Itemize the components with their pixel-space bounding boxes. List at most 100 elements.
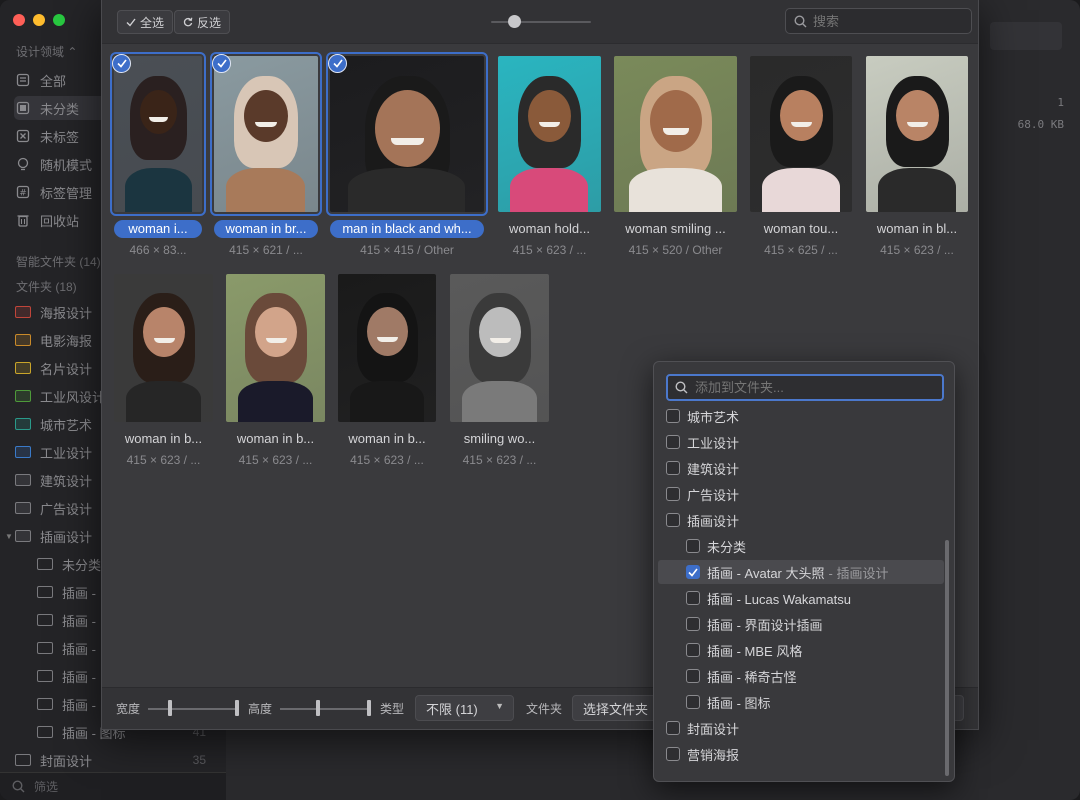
width-slider[interactable] xyxy=(148,708,238,710)
type-select[interactable]: 不限 (11) ▼ xyxy=(415,695,514,721)
selected-check-icon[interactable] xyxy=(328,54,347,73)
sidebar-filter[interactable]: 筛选 xyxy=(0,772,226,800)
domain-selector[interactable]: 设计领域 ⌃ xyxy=(16,43,77,60)
image-caption: man in black and wh... xyxy=(330,220,484,238)
width-slider-min-knob[interactable] xyxy=(168,700,172,716)
checkbox[interactable] xyxy=(686,539,700,553)
sidebar-folder-label: 城市艺术 xyxy=(40,417,93,433)
checkbox[interactable] xyxy=(666,747,680,761)
image-caption: woman in b... xyxy=(348,431,426,446)
folder-option-label: 工业设计 xyxy=(687,435,740,451)
folder-option[interactable]: 工业设计 xyxy=(658,430,944,454)
folder-icon xyxy=(14,527,32,545)
height-slider-min-knob[interactable] xyxy=(316,700,320,716)
sidebar-folder-label: 建筑设计 xyxy=(40,473,93,489)
folder-option[interactable]: 封面设计 xyxy=(658,716,944,740)
sidebar-folder-cover[interactable]: 封面设计 35 xyxy=(14,748,220,772)
search-field[interactable] xyxy=(785,8,972,34)
select-all-button[interactable]: 全选 xyxy=(117,10,174,34)
image-thumbnail[interactable] xyxy=(110,52,206,216)
folder-icon xyxy=(14,359,32,377)
sidebar-item-label: 未标签 xyxy=(40,129,80,145)
zoom-window-button[interactable] xyxy=(53,14,65,26)
image-thumbnail[interactable] xyxy=(326,52,488,216)
image-meta: 466 × 83... xyxy=(129,243,187,257)
height-slider-max-knob[interactable] xyxy=(367,700,371,716)
checkbox[interactable] xyxy=(666,721,680,735)
image-caption: woman in br... xyxy=(214,220,318,238)
sidebar-folder-label: 未分类 xyxy=(62,557,102,573)
checkbox[interactable] xyxy=(686,695,700,709)
checkbox[interactable] xyxy=(666,513,680,527)
trash-icon xyxy=(14,211,32,229)
checkbox[interactable] xyxy=(666,435,680,449)
folder-option[interactable]: 广告设计 xyxy=(658,482,944,506)
folder-icon xyxy=(14,331,32,349)
folder-icon xyxy=(36,667,54,685)
invert-selection-button[interactable]: 反选 xyxy=(174,10,231,34)
search-icon xyxy=(675,381,688,394)
folder-option[interactable]: 插画 - Lucas Wakamatsu xyxy=(658,586,944,610)
image-thumbnail[interactable] xyxy=(226,274,325,422)
image-thumbnail[interactable] xyxy=(338,274,436,422)
folder-icon xyxy=(14,387,32,405)
sidebar-folder-label: 名片设计 xyxy=(40,361,93,377)
image-thumbnail[interactable] xyxy=(210,52,322,216)
selected-check-icon[interactable] xyxy=(212,54,231,73)
folder-option[interactable]: 插画设计 xyxy=(658,508,944,532)
folder-option-label: 插画 - 图标 xyxy=(707,695,771,711)
folder-option[interactable]: 插画 - Avatar 大头照 - 插画设计 xyxy=(658,560,944,584)
sidebar-item-label: 全部 xyxy=(40,73,67,89)
image-meta: 415 × 623 / ... xyxy=(880,243,954,257)
selected-check-icon[interactable] xyxy=(112,54,131,73)
search-input[interactable] xyxy=(813,13,963,29)
image-thumbnail[interactable] xyxy=(450,274,549,422)
folder-search-input[interactable] xyxy=(695,380,925,395)
folder-icon xyxy=(36,611,54,629)
zoom-slider-knob[interactable] xyxy=(508,15,521,28)
width-slider-max-knob[interactable] xyxy=(235,700,239,716)
checkbox[interactable] xyxy=(666,487,680,501)
inspector-field[interactable] xyxy=(990,22,1062,50)
image-meta: 415 × 623 / ... xyxy=(462,453,537,467)
folder-list-scrollbar[interactable] xyxy=(945,540,949,776)
checkbox[interactable] xyxy=(686,643,700,657)
image-meta: 415 × 623 / ... xyxy=(126,453,201,467)
image-thumbnail[interactable] xyxy=(114,274,213,422)
checkbox[interactable] xyxy=(666,461,680,475)
zoom-slider[interactable] xyxy=(491,21,591,23)
smart-folders-header[interactable]: 智能文件夹 (14) xyxy=(16,253,101,270)
sidebar-folder-label: 插画 - xyxy=(62,641,96,657)
minimize-window-button[interactable] xyxy=(33,14,45,26)
close-window-button[interactable] xyxy=(13,14,25,26)
image-thumbnail[interactable] xyxy=(866,56,968,212)
folder-option[interactable]: 插画 - 稀奇古怪 xyxy=(658,664,944,688)
folder-search-field[interactable] xyxy=(666,374,944,401)
sidebar-folder-label: 插画 - xyxy=(62,697,96,713)
folder-option-label: 封面设计 xyxy=(687,721,740,737)
checkbox[interactable] xyxy=(686,617,700,631)
image-caption: woman in b... xyxy=(236,431,315,446)
checkbox[interactable] xyxy=(686,669,700,683)
folder-option[interactable]: 插画 - 图标 xyxy=(658,690,944,714)
sidebar-item-label: 随机模式 xyxy=(40,157,93,173)
height-slider[interactable] xyxy=(280,708,370,710)
checkbox[interactable] xyxy=(666,409,680,423)
folder-option[interactable]: 营销海报 xyxy=(658,742,944,766)
image-caption: smiling wo... xyxy=(463,431,536,446)
image-thumbnail[interactable] xyxy=(750,56,852,212)
tag-icon: # xyxy=(14,183,32,201)
checkbox[interactable] xyxy=(686,591,700,605)
folder-option[interactable]: 建筑设计 xyxy=(658,456,944,480)
image-thumbnail[interactable] xyxy=(498,56,601,212)
folder-option-label: 建筑设计 xyxy=(687,461,740,477)
check-icon xyxy=(126,18,136,27)
checkbox[interactable] xyxy=(686,565,700,579)
image-thumbnail[interactable] xyxy=(614,56,737,212)
folder-option[interactable]: 插画 - MBE 风格 xyxy=(658,638,944,662)
folder-option[interactable]: 城市艺术 xyxy=(658,404,944,428)
folders-header[interactable]: 文件夹 (18) xyxy=(16,278,77,295)
sidebar-folder-label: 插画 - xyxy=(62,669,96,685)
folder-option[interactable]: 插画 - 界面设计插画 xyxy=(658,612,944,636)
folder-option[interactable]: 未分类 xyxy=(658,534,944,558)
